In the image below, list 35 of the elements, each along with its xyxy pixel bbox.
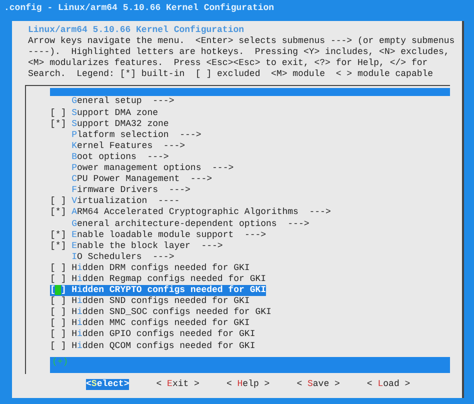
menu-item[interactable]: Firmware Drivers ---> [50,185,190,196]
more-indicator: (+) [51,356,68,368]
menu-item[interactable]: [ ] Virtualization ---- [50,196,180,208]
menu-item[interactable]: General setup ---> [50,96,174,108]
help-text-line: Search. Legend: [*] built-in [ ] excluded <M> module < > module capable [27,69,434,80]
menu-item[interactable]: Platform selection ---> [50,130,202,141]
dialog-title: Linux/arm64 5.10.66 Kernel Configuration [27,25,246,36]
menu-button[interactable]: < Save > [296,378,340,390]
menu-item[interactable]: [ ] Hidden DRM configs needed for GKI [50,262,250,274]
menu-item[interactable]: [*] ARM64 Accelerated Cryptographic Algorithms ---> [50,207,331,218]
menu-item[interactable]: [*] Enable loadable module support ---> [50,230,266,241]
menu-item[interactable]: Kernel Features ---> [50,140,186,152]
menu-item[interactable]: [ ] Hidden SND_SOC configs needed for GKI [50,307,272,318]
menu-button[interactable]: < Load > [366,378,410,390]
menu-button[interactable]: <Select> [86,378,130,390]
menu-item[interactable]: [ ] Hidden GPIO configs needed for GKI [50,329,256,341]
menu-item[interactable]: IO Schedulers ---> [50,252,174,263]
menu-item[interactable]: General architecture-dependent options ---> [50,218,310,230]
menu-item[interactable]: Boot options ---> [50,152,169,164]
menu-item[interactable]: [ ] Support DMA zone [50,108,158,119]
help-text-line: Arrow keys navigate the menu. <Enter> selects submenus ---> (or empty submenus [27,36,455,48]
menu-button[interactable]: < Exit > [156,378,200,390]
window-title: .config - Linux/arm64 5.10.66 Kernel Configuration [3,2,276,15]
menu-item[interactable]: [ ] Hidden CRYPTO configs needed for GKI [50,285,266,296]
menu-item[interactable]: [ ] Hidden SND configs needed for GKI [50,296,250,308]
menu-item[interactable]: Power management options ---> [50,163,234,174]
menu-item[interactable]: [ ] Hidden MMC configs needed for GKI [50,318,250,330]
menu-item[interactable]: [*] Support DMA32 zone [50,118,169,130]
menu-item[interactable]: CPU Power Management ---> [50,174,212,186]
help-text-line: ----). Highlighted letters are hotkeys. Pressing <Y> includes, <N> excludes, [27,47,450,58]
menu-item[interactable]: [*] Enable the block layer ---> [50,240,223,252]
menu-button[interactable]: < Help > [226,378,270,390]
menu-item[interactable]: [ ] Hidden QCOM configs needed for GKI [50,340,256,352]
menu-item[interactable]: [ ] Hidden Regmap configs needed for GKI [50,274,266,286]
help-text-line: <M> modularizes features. Press <Esc><Esc> to exit, <?> for Help, </> for [27,58,428,70]
